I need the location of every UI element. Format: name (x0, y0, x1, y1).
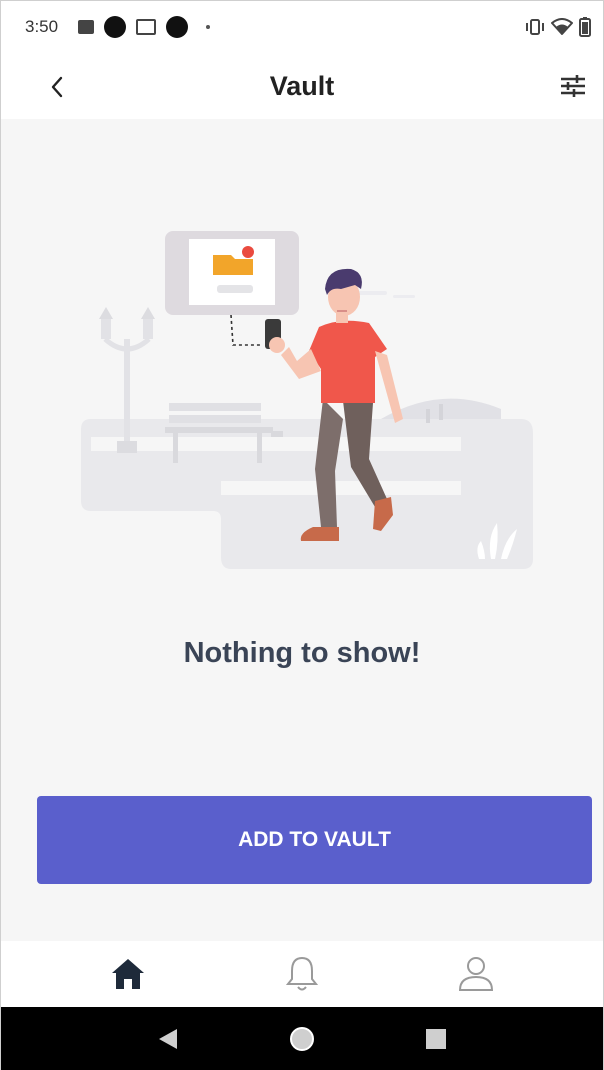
path-stripe (221, 481, 461, 495)
system-recents-button[interactable] (414, 1017, 458, 1061)
bottom-navigation (1, 941, 603, 1007)
battery-icon (579, 17, 591, 37)
post-shape (439, 404, 443, 420)
system-home-button[interactable] (280, 1017, 324, 1061)
dot-notification-icon (166, 16, 189, 38)
status-left: 3:50 (25, 16, 211, 38)
status-bar: 3:50 (1, 1, 603, 53)
filter-button[interactable] (553, 67, 593, 105)
empty-state-message: Nothing to show! (183, 637, 421, 669)
cloud-shape (357, 291, 415, 298)
tune-icon (561, 75, 585, 97)
system-navigation-bar (1, 1007, 603, 1070)
recents-square-icon (426, 1029, 446, 1049)
status-right (525, 17, 591, 37)
mail-notification-icon (136, 19, 157, 35)
home-circle-icon (290, 1027, 314, 1051)
home-icon (112, 959, 144, 989)
person-walking-park-illustration (81, 231, 533, 569)
vibrate-icon (526, 19, 544, 35)
nav-item-profile[interactable] (446, 944, 506, 1004)
app-bar: Vault (1, 53, 603, 119)
bell-icon (285, 956, 319, 991)
notification-dot (242, 246, 254, 258)
back-button[interactable] (37, 69, 77, 105)
back-triangle-icon (159, 1029, 177, 1049)
path-stripe (91, 437, 461, 451)
nav-item-home[interactable] (98, 944, 158, 1004)
chevron-left-icon (51, 76, 63, 98)
nav-item-notifications[interactable] (272, 944, 332, 1004)
add-to-vault-button[interactable]: ADD TO VAULT (37, 796, 592, 884)
system-back-button[interactable] (146, 1017, 190, 1061)
content-area: Nothing to show! ADD TO VAULT (1, 119, 603, 941)
app-frame: 3:50 Vault Nothing to show! ADD TO VAULT (0, 0, 604, 1070)
post-shape (426, 409, 430, 423)
image-notification-icon (78, 20, 95, 34)
dot-notification-icon (104, 16, 127, 38)
wifi-icon (551, 18, 573, 35)
status-time: 3:50 (25, 17, 59, 36)
page-title: Vault (269, 70, 335, 101)
more-notifications-icon (206, 25, 211, 29)
person-icon (458, 957, 494, 991)
